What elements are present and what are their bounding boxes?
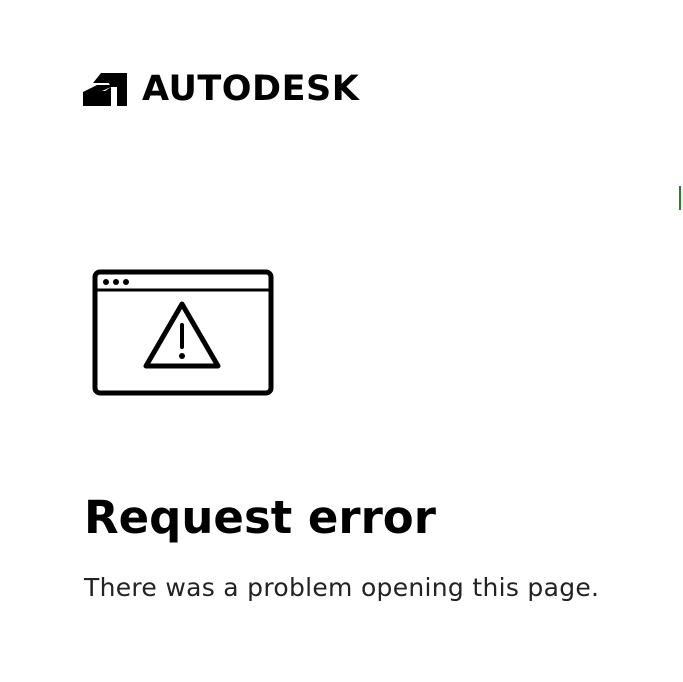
- edge-marker: [679, 186, 681, 210]
- autodesk-logo-mark-icon: [83, 72, 127, 106]
- browser-window-warning-icon: [92, 269, 274, 396]
- error-title: Request error: [84, 491, 436, 544]
- brand-name: AUTODESK: [142, 69, 360, 109]
- autodesk-logo: AUTODESK: [83, 69, 360, 109]
- error-message: There was a problem opening this page.: [84, 573, 600, 602]
